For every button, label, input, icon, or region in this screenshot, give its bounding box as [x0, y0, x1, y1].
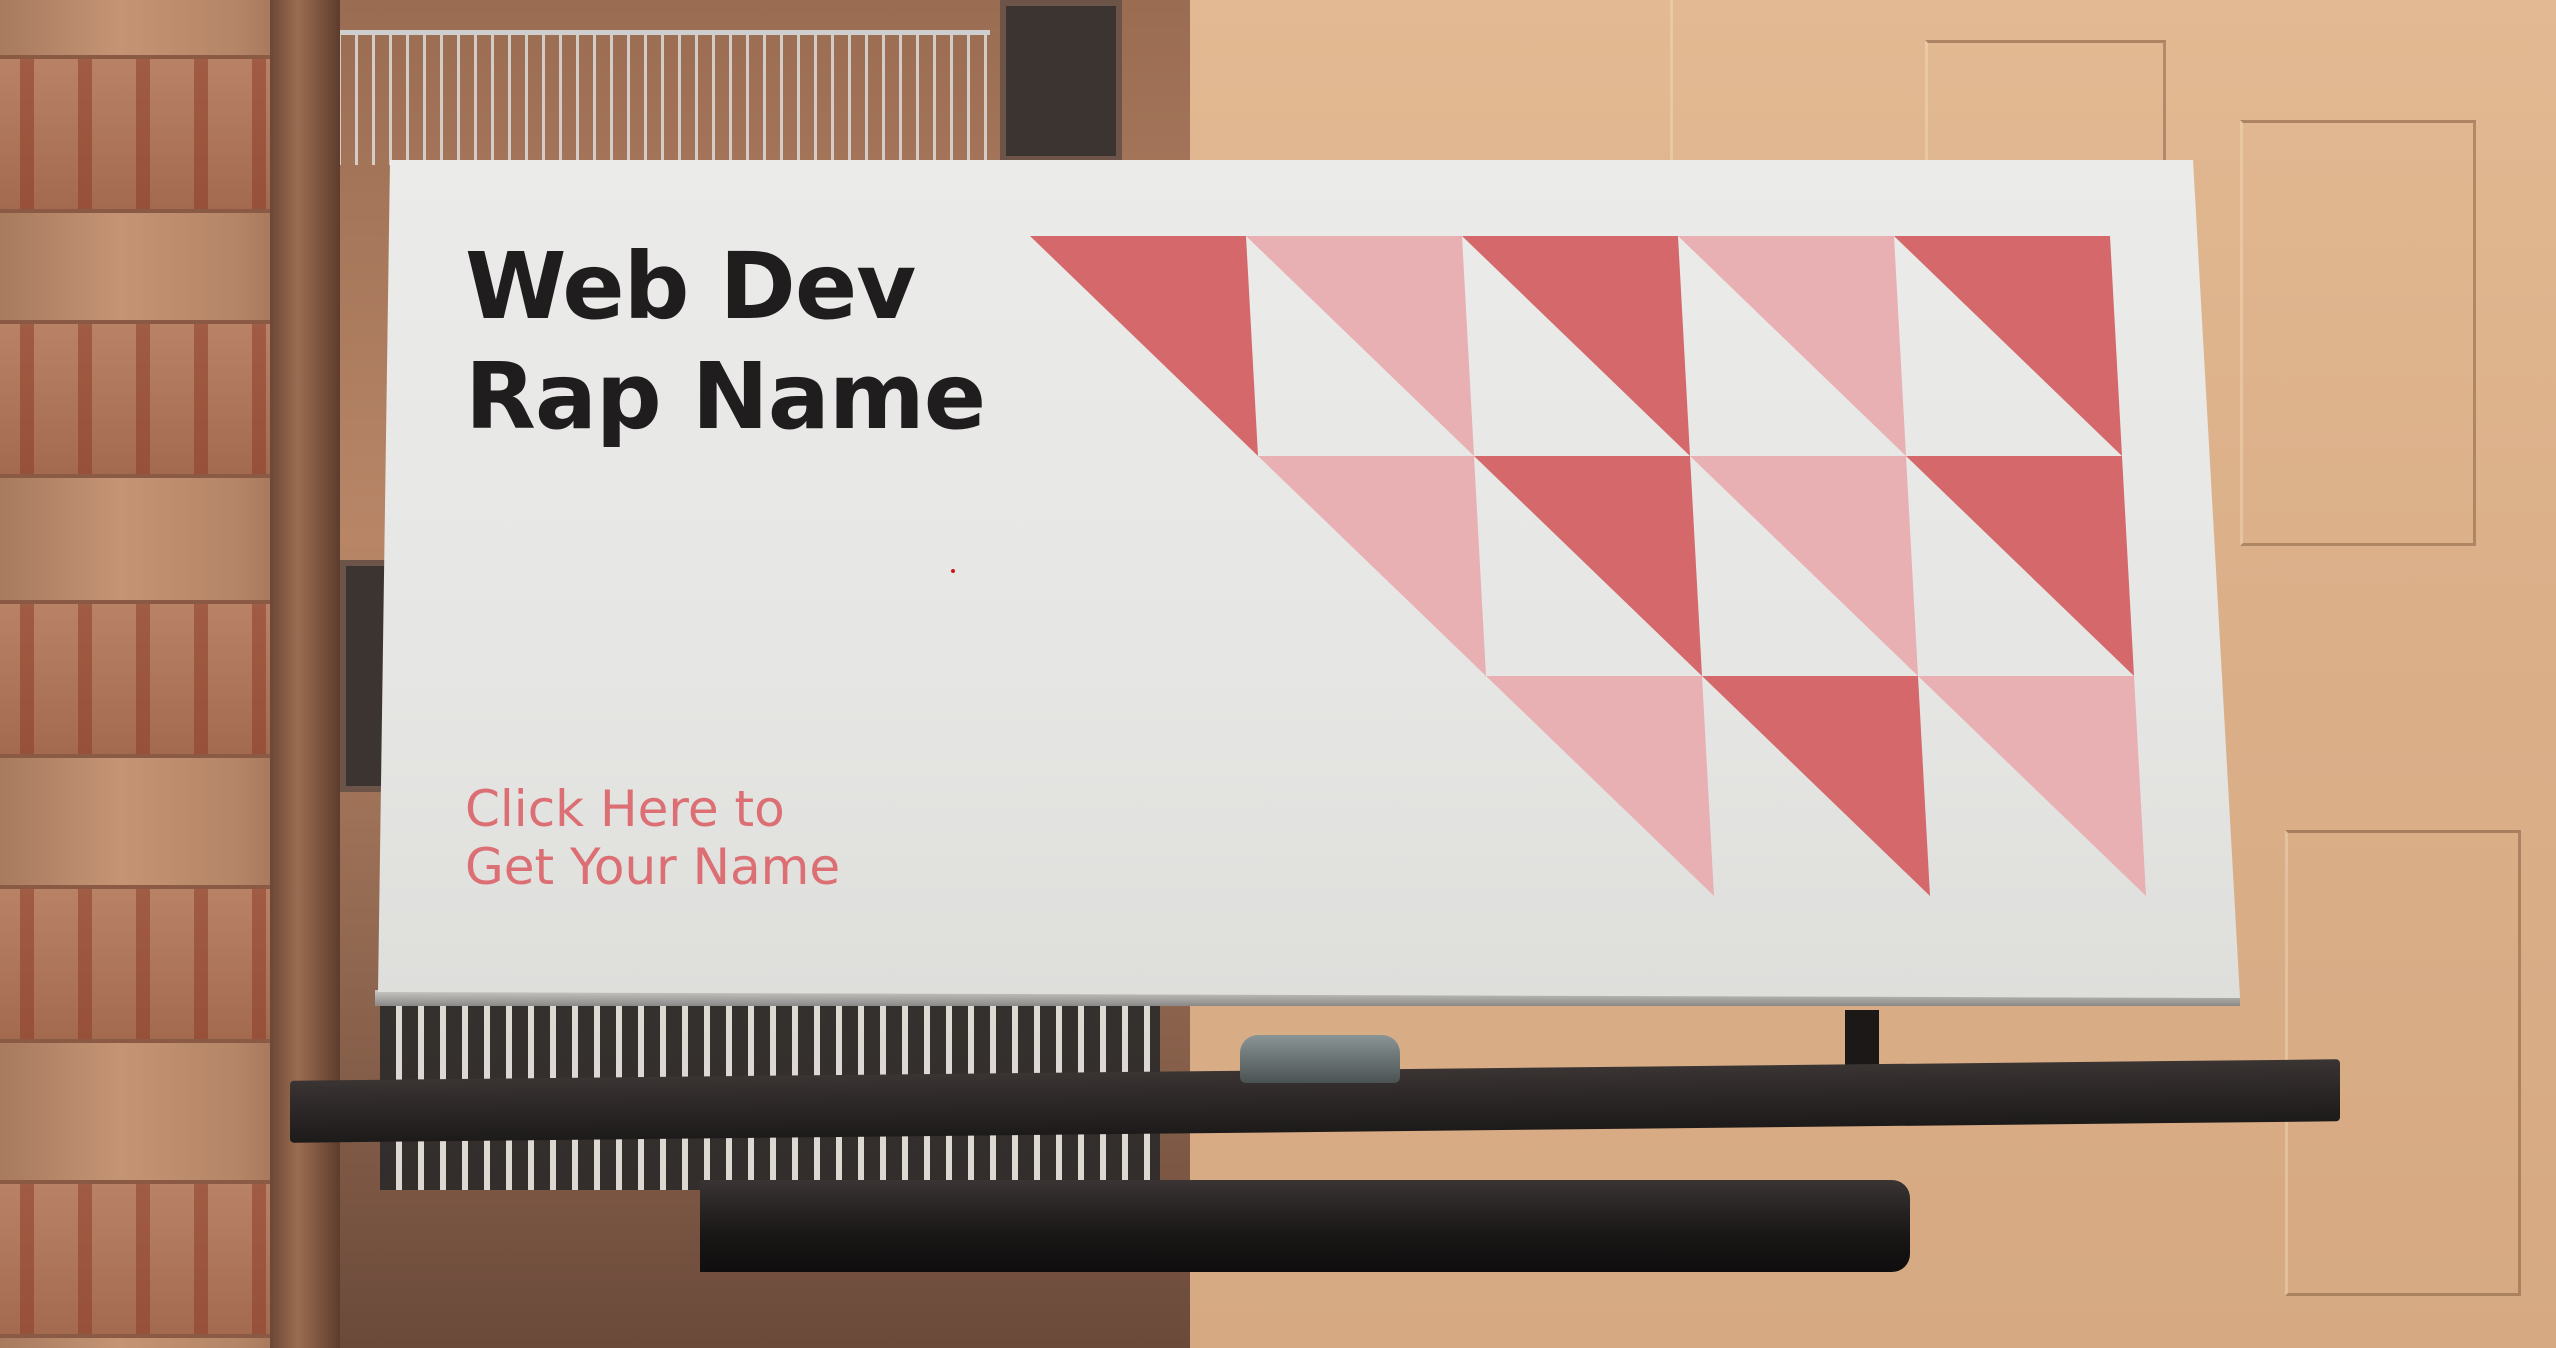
- triangle-dark: [1462, 236, 1690, 456]
- cta-line-1: Click Here to: [465, 780, 785, 838]
- triangle-light: [1486, 676, 1714, 896]
- billboard-beam: [700, 1180, 1910, 1272]
- ornament-band: [0, 320, 300, 478]
- get-your-name-link[interactable]: Click Here to Get Your Name: [465, 780, 840, 896]
- triangle-dark: [1906, 456, 2134, 676]
- ornament-band: [0, 55, 300, 213]
- balcony-railing: [290, 30, 990, 165]
- billboard-headline: Web Dev Rap Name: [465, 232, 986, 452]
- triangle-dark: [1030, 236, 1258, 456]
- cta-line-2: Get Your Name: [465, 838, 841, 896]
- ornament-band: [0, 885, 300, 1043]
- triangle-light: [1246, 236, 1474, 456]
- red-dot: [951, 569, 955, 573]
- triangle-dark: [1702, 676, 1930, 896]
- window: [1000, 0, 1122, 162]
- triangle-light: [1918, 676, 2146, 896]
- headline-line-1: Web Dev: [465, 233, 916, 340]
- triangle-light: [1678, 236, 1906, 456]
- triangle-light: [1258, 456, 1486, 676]
- wall-panel: [1925, 40, 2166, 166]
- headline-line-2: Rap Name: [465, 343, 986, 450]
- triangle-pattern: [1030, 236, 2146, 896]
- triangle-dark: [1894, 236, 2122, 456]
- ornament-band: [0, 1180, 300, 1338]
- wall-panel: [2240, 120, 2476, 546]
- building-column: [270, 0, 340, 1348]
- wall-seam: [1670, 0, 1673, 160]
- ornament-band: [0, 600, 300, 758]
- billboard-lamp: [1240, 1035, 1400, 1083]
- triangle-light: [1690, 456, 1918, 676]
- billboard-photo: Web Dev Rap Name Click Here to Get Your …: [0, 0, 2556, 1348]
- triangle-dark: [1474, 456, 1702, 676]
